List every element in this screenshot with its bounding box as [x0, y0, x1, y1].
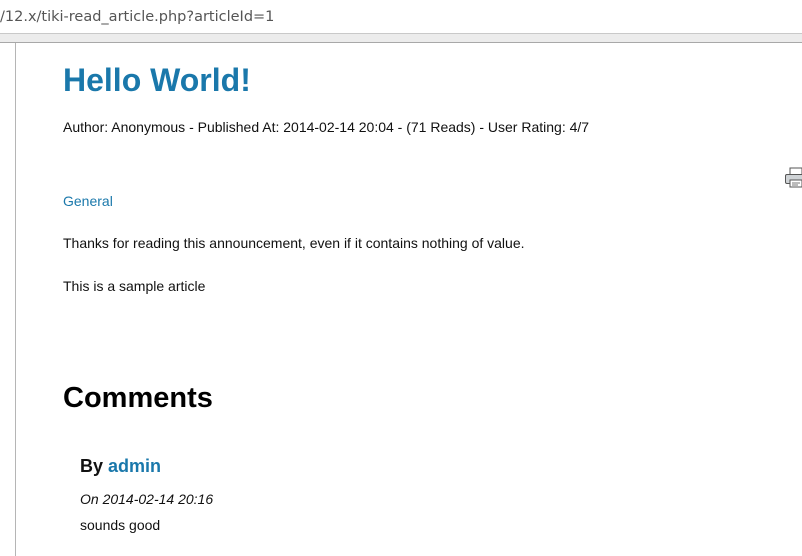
article-body-paragraph: This is a sample article [63, 278, 206, 294]
comments-heading: Comments [63, 382, 213, 414]
comment-date: On 2014-02-14 20:16 [80, 491, 214, 507]
comment-by-label: By [80, 456, 104, 476]
toolbar-strip [0, 34, 802, 43]
comment-author: By admin [80, 456, 161, 477]
article-title: Hello World! [63, 62, 251, 98]
printer-icon[interactable] [784, 167, 802, 189]
url-text[interactable]: /12.x/tiki-read_article.php?articleId=1 [0, 9, 274, 25]
comment-body: sounds good [80, 517, 161, 533]
article-body-paragraph: Thanks for reading this announcement, ev… [63, 235, 525, 251]
article-meta: Author: Anonymous - Published At: 2014-0… [63, 119, 590, 135]
topic-link-general[interactable]: General [63, 193, 113, 209]
address-bar[interactable]: /12.x/tiki-read_article.php?articleId=1 [0, 0, 802, 34]
comment-author-link[interactable]: admin [108, 456, 161, 476]
